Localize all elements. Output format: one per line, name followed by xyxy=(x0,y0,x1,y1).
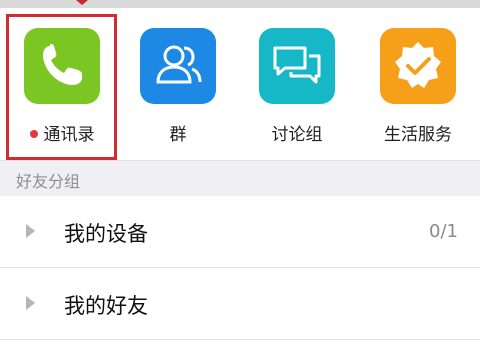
expand-arrow-icon xyxy=(26,296,35,310)
app-group[interactable]: 群 xyxy=(128,28,228,145)
app-discussion[interactable]: 讨论组 xyxy=(247,28,347,145)
expand-arrow-icon xyxy=(26,224,35,238)
group-name: 我的设备 xyxy=(64,222,148,246)
section-header: 好友分组 xyxy=(0,160,480,196)
group-icon xyxy=(140,28,216,104)
discussion-icon xyxy=(259,28,335,104)
section-title: 好友分组 xyxy=(16,172,81,191)
group-row-devices[interactable]: 我的设备 0/1 xyxy=(0,196,480,268)
app-label: 群 xyxy=(169,125,187,145)
group-name: 我的好友 xyxy=(64,294,148,318)
pointer-arrow-icon xyxy=(76,0,88,5)
group-count: 0/1 xyxy=(429,221,458,242)
group-row-friends[interactable]: 我的好友 xyxy=(0,268,480,340)
life-service-icon xyxy=(380,28,456,104)
app-label: 生活服务 xyxy=(384,125,452,145)
app-label: 讨论组 xyxy=(271,125,323,145)
top-bar xyxy=(0,0,480,8)
highlight-box xyxy=(6,14,117,160)
app-life-service[interactable]: 生活服务 xyxy=(368,28,468,145)
app-grid: 通讯录 群 讨论组 生活服务 xyxy=(0,8,480,160)
